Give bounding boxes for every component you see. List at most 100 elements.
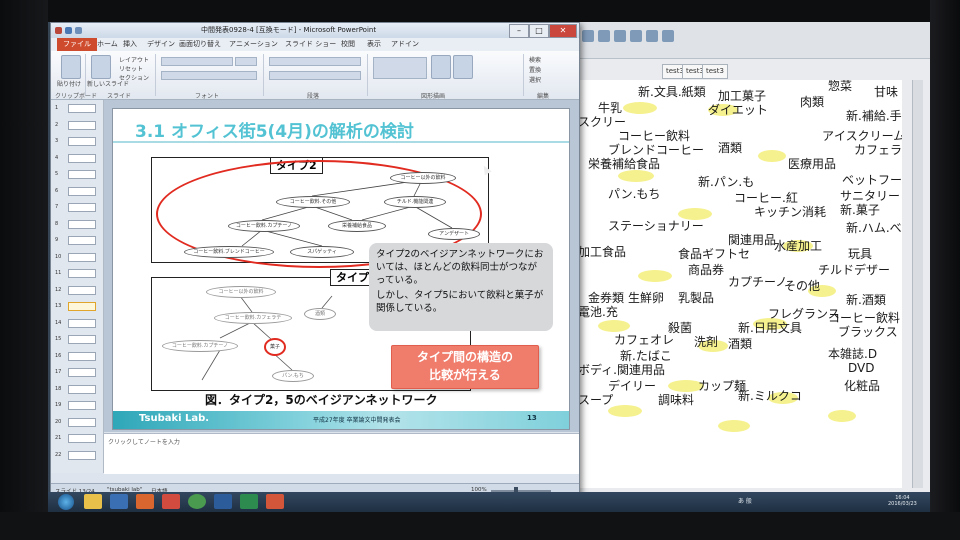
- slide-thumbnail[interactable]: [68, 368, 96, 377]
- toolbar-icon[interactable]: [582, 30, 594, 42]
- group-label-drawing: 図形描画: [421, 93, 446, 100]
- tab-file[interactable]: ファイル: [57, 38, 97, 51]
- conclusion-box[interactable]: タイプ間の構造の 比較が行える: [391, 345, 539, 389]
- toolbar-icon[interactable]: [646, 30, 658, 42]
- slide-thumbnails-pane[interactable]: 1 2 3 4 5 6 7 8 9 10 11 12 13 14 15 16 17 18 19 20 21 22: [51, 100, 104, 473]
- thumbnail-number: 11: [55, 270, 62, 276]
- paragraph-list-buttons[interactable]: [269, 57, 361, 66]
- network-node-label: 化粧品: [844, 379, 881, 393]
- slide-thumbnail[interactable]: [68, 318, 96, 328]
- font-family-select[interactable]: [161, 57, 233, 66]
- new-slide-icon[interactable]: [91, 55, 111, 79]
- network-node-label: カフェラテ: [854, 143, 902, 157]
- group-separator: [367, 54, 368, 96]
- word-icon[interactable]: [110, 494, 128, 509]
- slide-thumbnail[interactable]: [68, 384, 96, 394]
- title-bar[interactable]: 中間発表0928-4 [互換モード] - Microsoft PowerPoin…: [51, 23, 579, 38]
- slide-thumbnail[interactable]: [68, 104, 96, 113]
- powerpoint-icon[interactable]: [266, 494, 284, 509]
- network-node-label: ブレンドコーヒー: [608, 143, 705, 157]
- chrome-icon[interactable]: [188, 494, 206, 509]
- network-node-label: 電池.充: [578, 305, 618, 319]
- slide-thumbnail[interactable]: [68, 335, 96, 344]
- slide-thumbnail[interactable]: [68, 417, 96, 427]
- toolbar-icon[interactable]: [598, 30, 610, 42]
- slide-thumbnail[interactable]: [68, 450, 96, 460]
- slide-thumbnail[interactable]: [68, 285, 96, 295]
- minimize-button[interactable]: –: [509, 24, 529, 38]
- slide[interactable]: 3.1 オフィス街5(4月)の解析の検討 タイプ2 コーヒー以外の飲料 コーヒー…: [112, 108, 570, 430]
- clock[interactable]: 16:04 2016/03/23: [888, 495, 917, 507]
- thumbnail-number: 10: [55, 253, 62, 260]
- arrange-icon[interactable]: [431, 55, 451, 79]
- vertical-scrollbar[interactable]: [912, 80, 923, 488]
- slide-thumbnail[interactable]: [68, 120, 96, 130]
- network-node-label: アイスクリーム: [822, 129, 902, 143]
- section-button[interactable]: セクション: [119, 73, 149, 82]
- reset-button[interactable]: リセット: [119, 64, 143, 73]
- tab-insert[interactable]: 挿入: [123, 39, 137, 50]
- paste-icon[interactable]: [61, 55, 81, 79]
- slide-thumbnail[interactable]: [68, 236, 96, 245]
- tab-home[interactable]: ホーム: [97, 39, 118, 50]
- tab-slideshow[interactable]: スライド ショー: [285, 39, 336, 50]
- slide-title[interactable]: 3.1 オフィス街5(4月)の解析の検討: [135, 117, 414, 142]
- network-node-label: キッチン消耗: [754, 205, 827, 219]
- slide-thumbnail[interactable]: [68, 351, 96, 361]
- tab-review[interactable]: 校閲: [341, 39, 355, 50]
- font-format-buttons[interactable]: [161, 71, 257, 80]
- paragraph-align-buttons[interactable]: [269, 71, 361, 80]
- tab-design[interactable]: デザイン: [147, 39, 175, 50]
- maximize-button[interactable]: □: [529, 24, 549, 38]
- media-player-icon[interactable]: [136, 494, 154, 509]
- slide-thumbnail[interactable]: [68, 137, 96, 146]
- slide-thumbnail[interactable]: [68, 153, 96, 163]
- tab-view[interactable]: 表示: [367, 39, 381, 50]
- media-icon[interactable]: [162, 494, 180, 509]
- network-node-label: 生鮮卵: [628, 291, 665, 305]
- slide-thumbnail[interactable]: [68, 203, 96, 212]
- slide-thumbnail[interactable]: [68, 434, 96, 443]
- start-button[interactable]: [58, 494, 74, 510]
- find-button[interactable]: 検索: [529, 55, 541, 64]
- app-icon[interactable]: [55, 27, 62, 34]
- toolbar-icon[interactable]: [662, 30, 674, 42]
- tab-test3[interactable]: test3: [702, 64, 728, 79]
- slide-thumbnail[interactable]: [68, 252, 96, 262]
- toolbar-icon[interactable]: [614, 30, 626, 42]
- notes-pane[interactable]: クリックしてノートを入力: [104, 433, 579, 474]
- slide-thumbnail[interactable]: [68, 269, 96, 278]
- thumbnail-number: 13: [55, 303, 62, 309]
- slide-editor[interactable]: 3.1 オフィス街5(4月)の解析の検討 タイプ2 コーヒー以外の飲料 コーヒー…: [104, 100, 579, 432]
- quick-styles-icon[interactable]: [453, 55, 473, 79]
- callout-text-2: しかし、タイプ5において飲料と菓子が関係している。: [376, 290, 544, 314]
- notes-placeholder[interactable]: クリックしてノートを入力: [108, 437, 180, 446]
- ime-indicator[interactable]: あ 般: [738, 496, 752, 505]
- replace-button[interactable]: 置換: [529, 65, 541, 74]
- paste-label[interactable]: 貼り付け: [57, 79, 81, 88]
- excel-icon[interactable]: [240, 494, 258, 509]
- tab-addins[interactable]: アドイン: [391, 39, 419, 50]
- figure-caption[interactable]: 図．タイプ2，5のベイジアンネットワーク: [205, 391, 437, 408]
- slide-thumbnail[interactable]: [68, 302, 96, 311]
- background-app-window[interactable]: test3 test3 test3 新.文具.紙類 甘味 加工菓子 肉類 惣菜 …: [576, 22, 930, 492]
- powerpoint-window[interactable]: 中間発表0928-4 [互換モード] - Microsoft PowerPoin…: [50, 22, 580, 498]
- tab-animations[interactable]: アニメーション: [229, 39, 278, 50]
- slide-thumbnail[interactable]: [68, 219, 96, 229]
- font-size-select[interactable]: [235, 57, 257, 66]
- layout-button[interactable]: レイアウト: [119, 55, 149, 64]
- select-button[interactable]: 選択: [529, 75, 541, 84]
- app-icon[interactable]: [214, 494, 232, 509]
- shapes-gallery[interactable]: [373, 57, 427, 79]
- slide-thumbnail[interactable]: [68, 170, 96, 179]
- toolbar-icon[interactable]: [630, 30, 642, 42]
- folder-icon[interactable]: [84, 494, 102, 509]
- slide-thumbnail[interactable]: [68, 401, 96, 410]
- tab-transitions[interactable]: 画面切り替え: [179, 39, 221, 50]
- explanation-callout[interactable]: タイプ2のベイジアンネットワークにおいては、ほとんどの飲料同士がつながっている。…: [369, 243, 553, 331]
- save-icon[interactable]: [65, 27, 72, 34]
- slide-thumbnail[interactable]: [68, 186, 96, 196]
- close-button[interactable]: ✕: [549, 24, 577, 38]
- network-node-label: スープ: [578, 393, 614, 407]
- undo-icon[interactable]: [75, 27, 82, 34]
